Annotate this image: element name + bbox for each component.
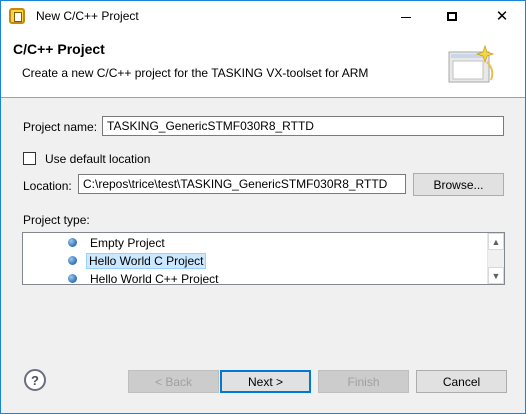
title-bar[interactable]: New C/C++ Project ✕ xyxy=(1,1,525,32)
project-type-label: Project type: xyxy=(23,213,90,227)
location-input[interactable]: C:\repos\trice\test\TASKING_GenericSTMF0… xyxy=(78,174,406,194)
new-project-dialog: New C/C++ Project ✕ C/C++ Project Create… xyxy=(0,0,526,414)
wizard-header: C/C++ Project Create a new C/C++ project… xyxy=(1,32,525,98)
back-button[interactable]: < Back xyxy=(128,370,219,393)
next-button[interactable]: Next > xyxy=(220,370,311,393)
list-item[interactable]: Hello World C Project xyxy=(68,252,209,269)
minimize-button[interactable] xyxy=(383,1,429,32)
page-description: Create a new C/C++ project for the TASKI… xyxy=(22,66,369,80)
list-item-label: Hello World C++ Project xyxy=(90,271,219,285)
project-type-list[interactable]: Empty Project Hello World C Project Hell… xyxy=(22,232,505,285)
maximize-button[interactable] xyxy=(429,1,475,32)
cancel-button[interactable]: Cancel xyxy=(416,370,507,393)
location-label: Location: xyxy=(23,179,72,193)
browse-button[interactable]: Browse... xyxy=(413,173,504,196)
list-item[interactable]: Hello World C++ Project xyxy=(68,270,226,285)
project-name-input[interactable]: TASKING_GenericSTMF030R8_RTTD xyxy=(102,116,504,136)
project-name-label: Project name: xyxy=(23,120,98,134)
list-item-label: Hello World C Project xyxy=(86,252,207,269)
app-icon xyxy=(9,8,25,24)
use-default-location-checkbox[interactable] xyxy=(23,152,36,165)
help-icon[interactable]: ? xyxy=(24,369,46,391)
page-title: C/C++ Project xyxy=(13,41,105,57)
close-button[interactable]: ✕ xyxy=(479,1,525,32)
list-item[interactable]: Empty Project xyxy=(68,234,172,251)
list-item-label: Empty Project xyxy=(90,235,165,250)
chevron-down-icon[interactable]: ▼ xyxy=(488,267,504,284)
maximize-icon xyxy=(447,12,457,21)
project-type-icon xyxy=(68,256,77,265)
finish-button[interactable]: Finish xyxy=(318,370,409,393)
use-default-location-label: Use default location xyxy=(45,152,151,166)
wizard-banner-icon xyxy=(448,44,495,83)
project-type-icon xyxy=(68,238,77,247)
minimize-icon xyxy=(401,17,411,18)
close-icon: ✕ xyxy=(495,7,509,25)
project-type-icon xyxy=(68,274,77,283)
window-title: New C/C++ Project xyxy=(36,9,139,23)
chevron-up-icon[interactable]: ▲ xyxy=(488,233,504,250)
vertical-scrollbar[interactable]: ▲ ▼ xyxy=(487,233,504,284)
